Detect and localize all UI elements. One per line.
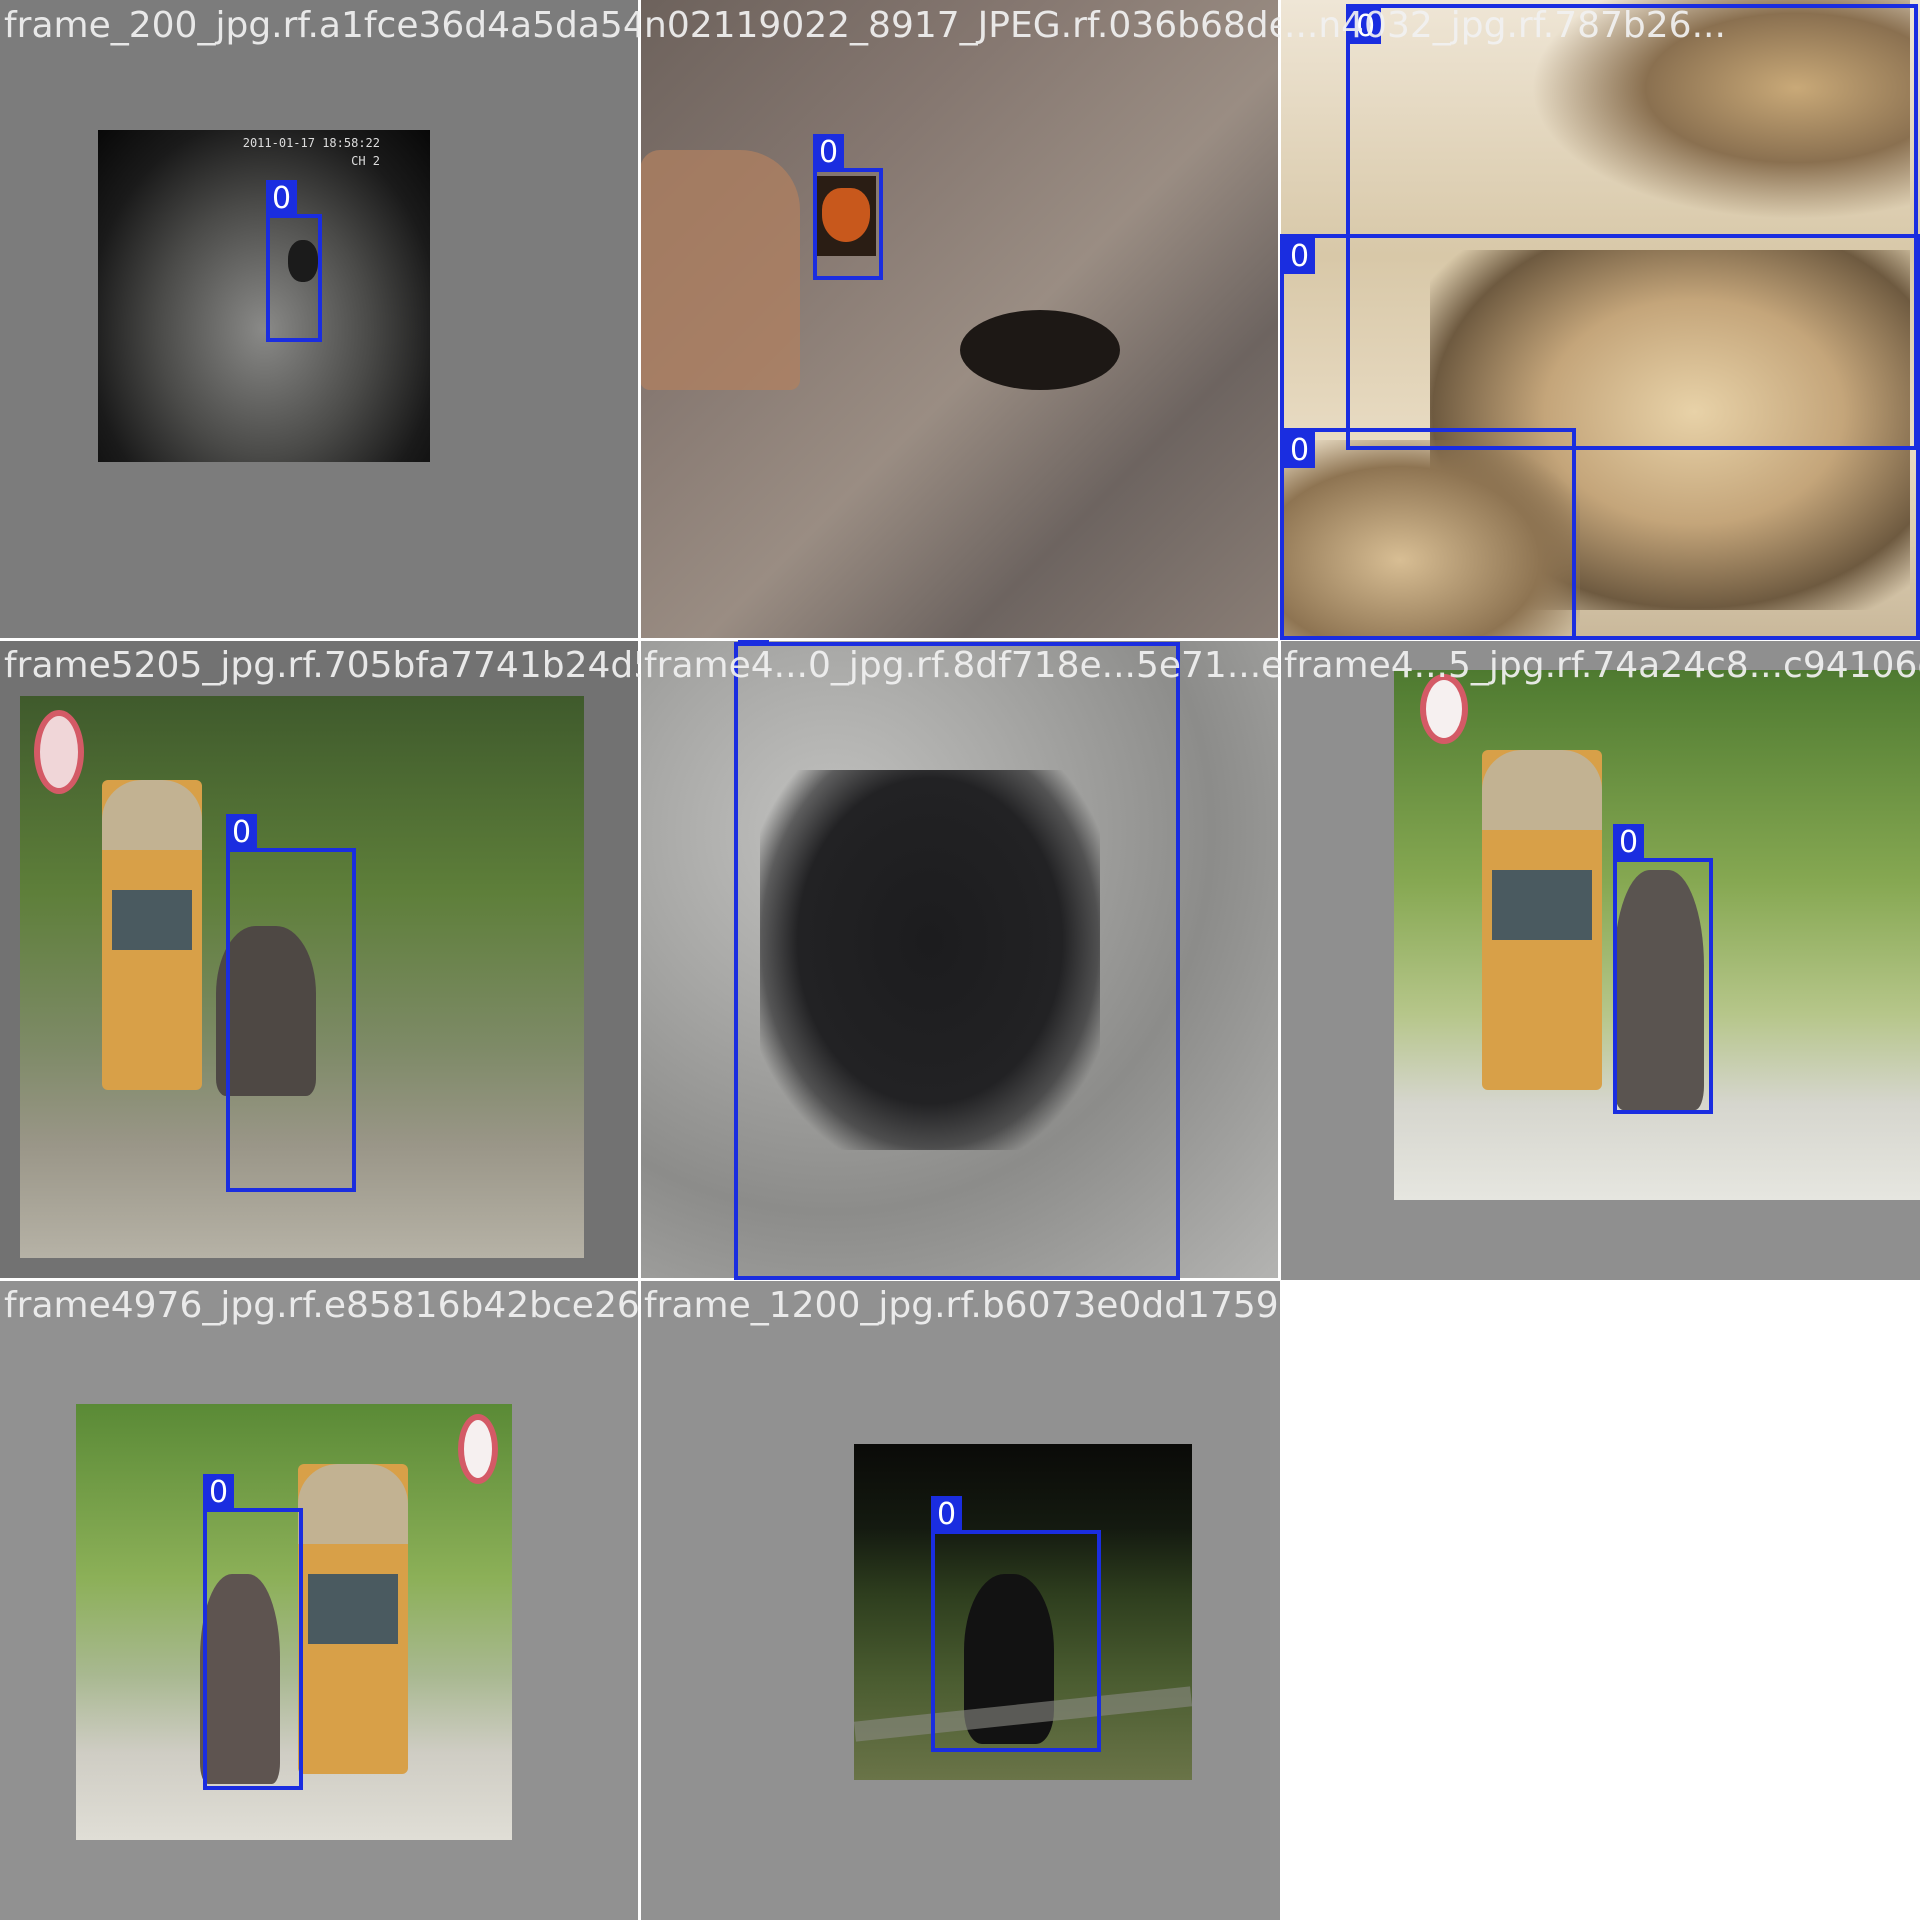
night-camera-photo: 2011-01-17 18:58:22 CH 2 [98, 130, 430, 462]
tile-filename: frame_200_jpg.rf.a1fce36d4a5da54b4cd52d0 [4, 5, 640, 46]
mosaic-tile-6: frame4...5_jpg.rf.74a24c8...c94106df2 0 [1280, 640, 1920, 1280]
class-label: 0 [1284, 432, 1316, 468]
tile-filename: frame4976_jpg.rf.e85816b42bce2667 [4, 1285, 640, 1326]
tile-filename: frame4...5_jpg.rf.74a24c8...c94106df2 [1284, 645, 1920, 686]
bus [102, 780, 202, 1090]
bounding-box: 0 [266, 180, 322, 342]
mosaic-tile-2: n02119022_8917_JPEG.rf.036b68dea9e... 0 [640, 0, 1280, 640]
mosaic-tile-1: frame_200_jpg.rf.a1fce36d4a5da54b4cd52d0… [0, 0, 640, 640]
tile-filename: frame4...0_jpg.rf.8df718e...5e71...e937c… [644, 645, 1280, 686]
mosaic-tile-5: frame4...0_jpg.rf.8df718e...5e71...e937c… [640, 640, 1280, 1280]
grid-divider [638, 0, 641, 1920]
u-turn-sign-icon [34, 710, 84, 794]
bus-roof-load [298, 1464, 408, 1544]
class-label: 0 [1613, 824, 1645, 860]
bus [1482, 750, 1602, 1090]
bus [298, 1464, 408, 1774]
bus-windshield [112, 890, 192, 950]
class-label: 0 [931, 1496, 963, 1532]
tile-filename: frame5205_jpg.rf.705bfa7741b24d58a [4, 645, 640, 686]
bus-roof-load [102, 780, 202, 850]
bounding-box: 0 [734, 640, 1180, 1280]
bus-windshield [1492, 870, 1592, 940]
tile-filename: n02119022_8917_JPEG.rf.036b68dea9e... [644, 5, 1280, 46]
class-label: 0 [226, 814, 258, 850]
mosaic-tile-7: frame4976_jpg.rf.e85816b42bce2667 0 [0, 1280, 640, 1920]
bounding-box: 0 [1280, 428, 1576, 640]
bounding-box: 0 [203, 1474, 303, 1790]
bus-windshield [308, 1574, 398, 1644]
bounding-box: 0 [226, 814, 356, 1192]
class-label: 0 [1284, 238, 1316, 274]
u-turn-sign-icon [458, 1414, 498, 1484]
mosaic-tile-8: frame_1200_jpg.rf.b6073e0dd175947eba3520… [640, 1280, 1280, 1920]
bus-roof-load [1482, 750, 1602, 830]
cave-shadow [960, 310, 1120, 390]
bounding-box: 0 [931, 1496, 1101, 1752]
class-label: 0 [266, 180, 298, 216]
bounding-box: 0 [1613, 824, 1713, 1114]
tile-filename: frame_1200_jpg.rf.b6073e0dd175947eba3520 [644, 1285, 1280, 1326]
tile-filename: ...n4032_jpg.rf.787b26... [1284, 5, 1726, 46]
mosaic-tile-3: ...n4032_jpg.rf.787b26... 0 0 0 [1280, 0, 1920, 640]
class-label: 0 [813, 134, 845, 170]
class-label: 0 [203, 1474, 235, 1510]
camera-timestamp: 2011-01-17 18:58:22 [242, 136, 380, 150]
camera-channel: CH 2 [351, 154, 380, 168]
bounding-box: 0 [813, 134, 883, 280]
mosaic-tile-4: frame5205_jpg.rf.705bfa7741b24d58a 0 [0, 640, 640, 1280]
rock [640, 150, 800, 390]
